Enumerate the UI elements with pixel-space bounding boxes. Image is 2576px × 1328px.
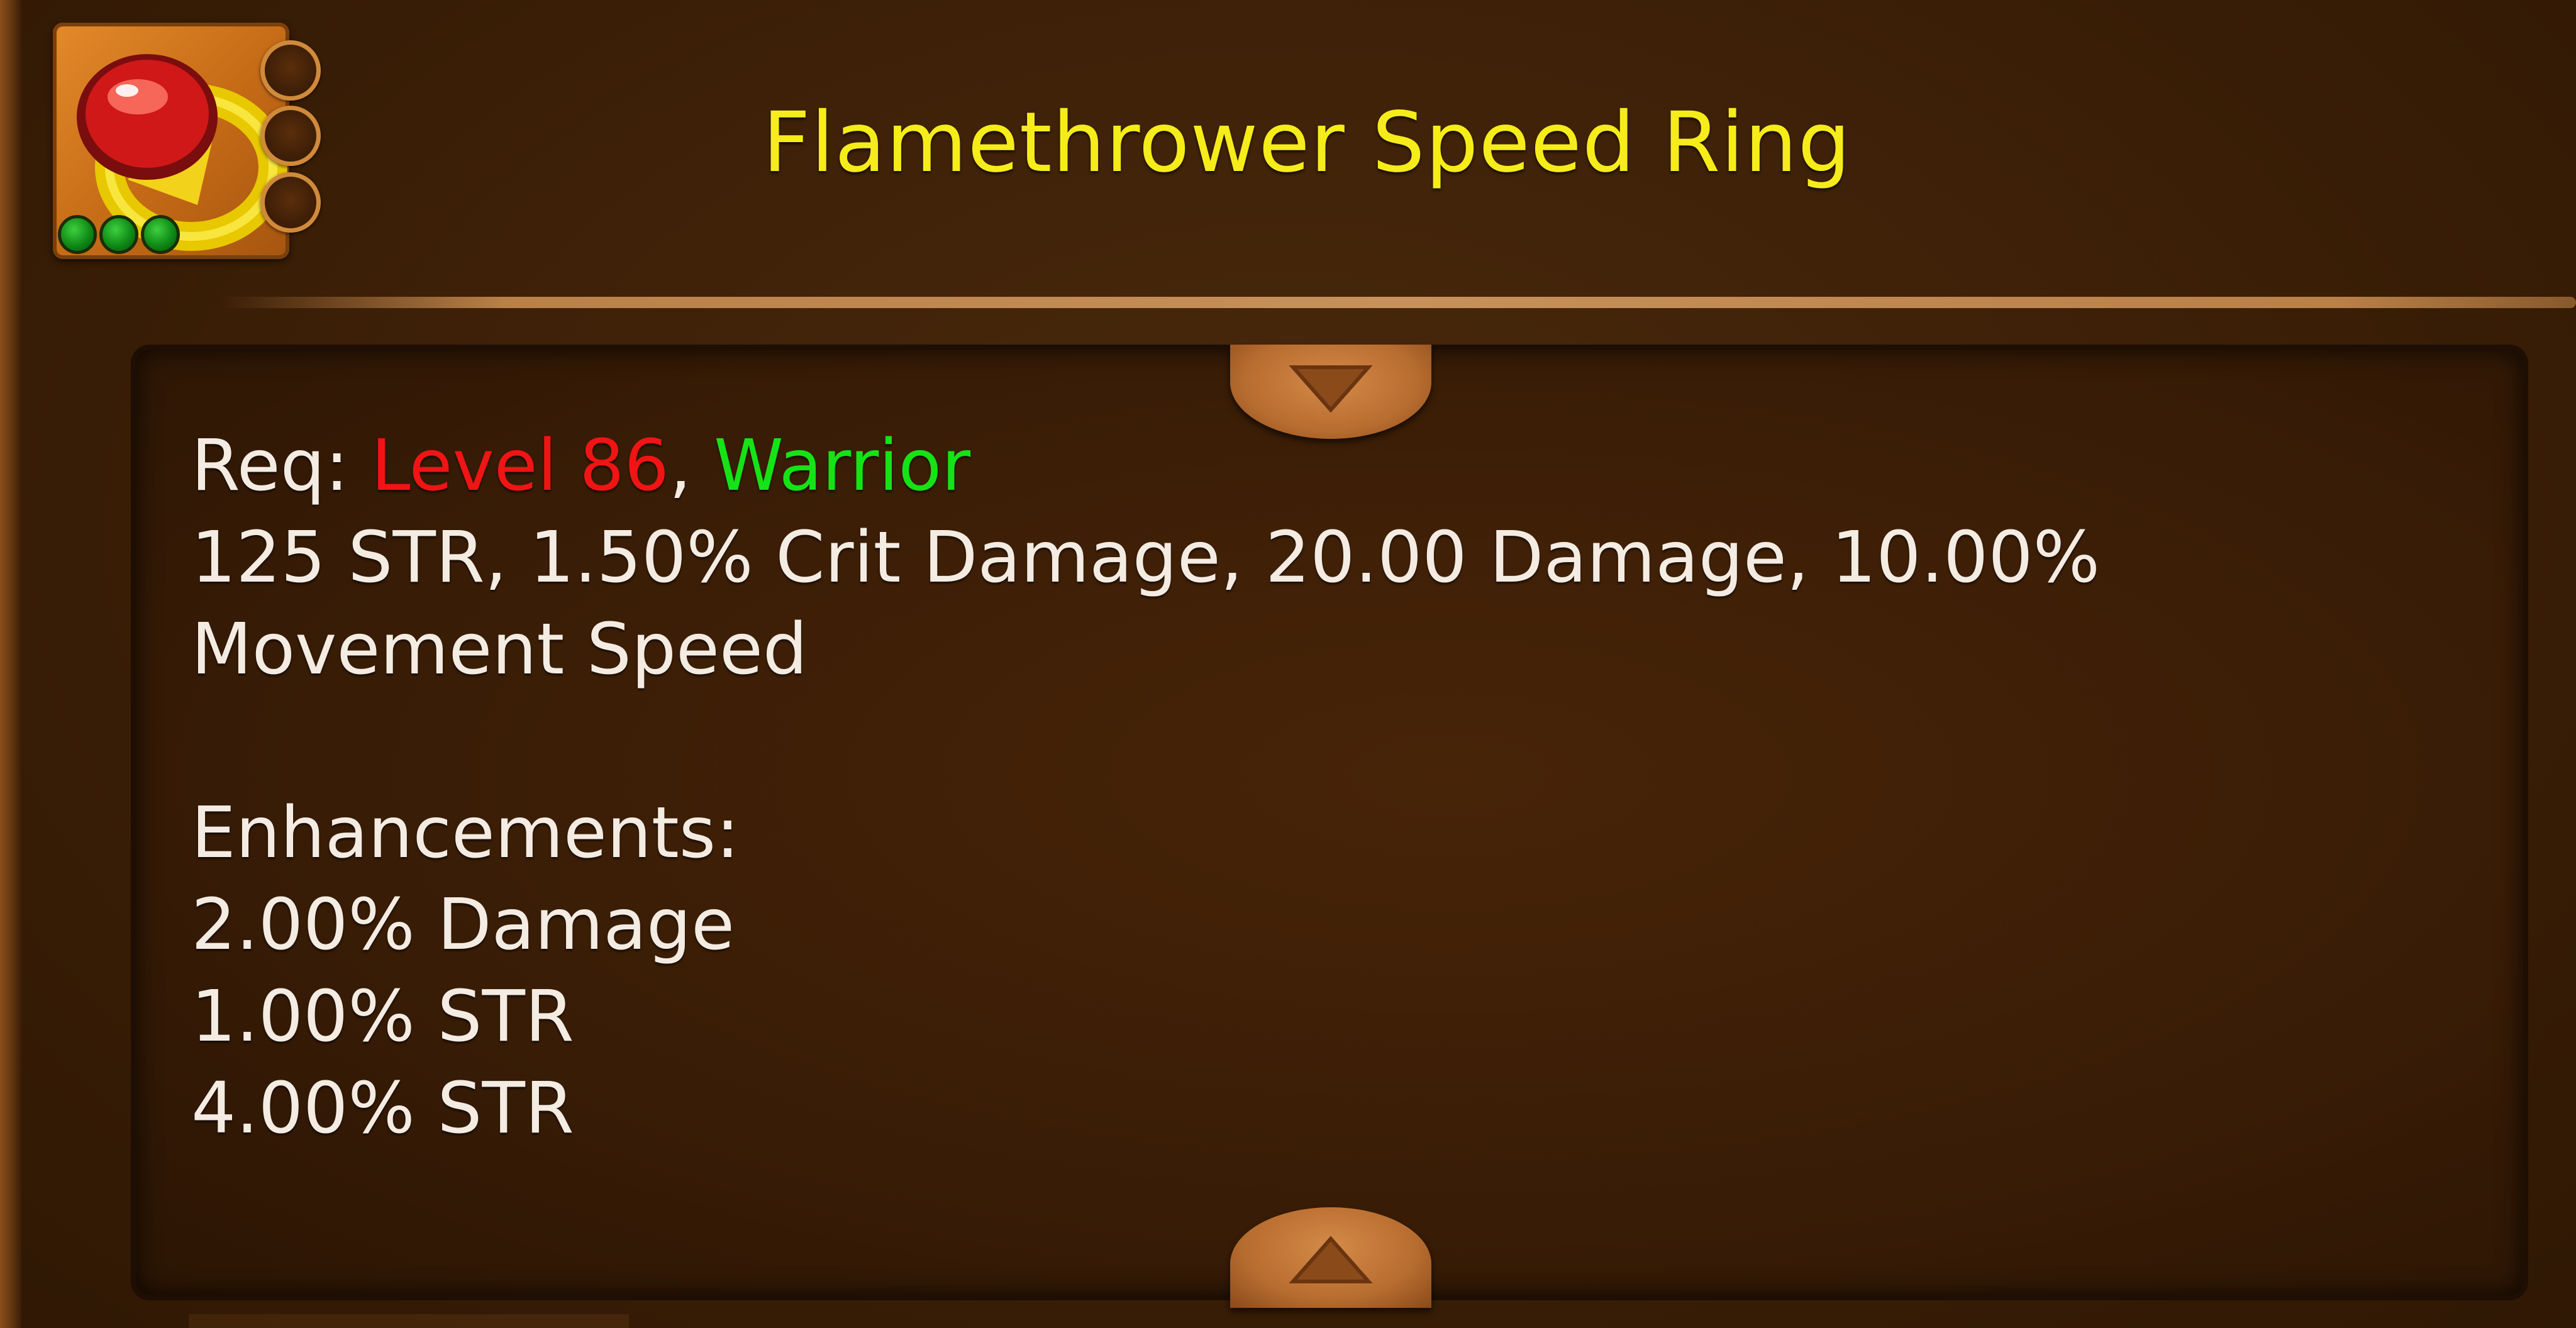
requirement-separator: , xyxy=(669,425,714,507)
panel-footer-edge xyxy=(189,1314,629,1328)
item-name: Flamethrower Speed Ring xyxy=(762,94,1852,191)
window-border xyxy=(0,0,21,1328)
gem-socket-filled xyxy=(141,215,180,254)
class-requirement: Warrior xyxy=(714,425,971,507)
item-description: Req: Level 86, Warrior 125 STR, 1.50% Cr… xyxy=(191,420,2480,1154)
enhancements-heading: Enhancements: xyxy=(191,792,740,874)
gem-socket-filled xyxy=(99,215,138,254)
tooltip-window: Flamethrower Speed Ring Req: Level 86, W… xyxy=(0,0,2576,1328)
stats-line: 125 STR, 1.50% Crit Damage, 20.00 Damage… xyxy=(191,517,2101,690)
chevron-down-icon xyxy=(1289,365,1373,413)
enhancement-item: 4.00% STR xyxy=(191,1068,574,1149)
scroll-up-button[interactable] xyxy=(1230,1207,1431,1308)
title-divider xyxy=(220,297,2576,308)
enhancement-socket-empty xyxy=(260,40,321,101)
requirement-line: Req: Level 86, Warrior xyxy=(191,420,2480,512)
enhancement-item: 2.00% Damage xyxy=(191,884,735,966)
requirement-prefix: Req: xyxy=(191,425,372,507)
enhancement-item: 1.00% STR xyxy=(191,976,574,1058)
gem-socket-filled xyxy=(58,215,97,254)
chevron-up-icon xyxy=(1289,1236,1373,1283)
level-requirement: Level 86 xyxy=(371,425,669,507)
